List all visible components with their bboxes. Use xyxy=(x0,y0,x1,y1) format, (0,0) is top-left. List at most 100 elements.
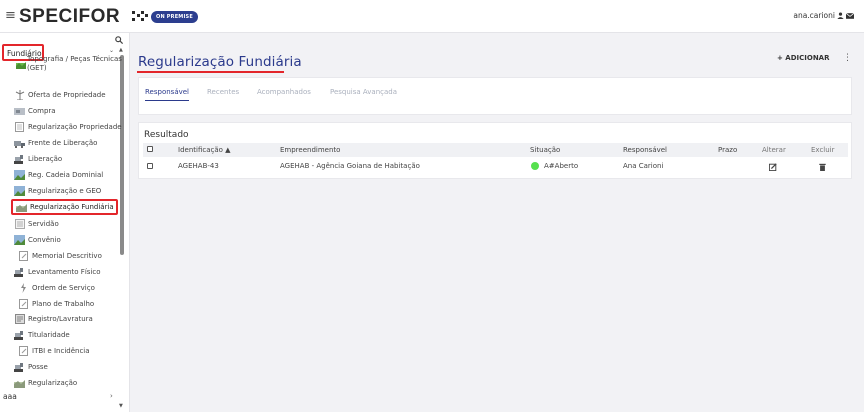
tab-responsavel[interactable]: Responsável xyxy=(145,88,189,96)
cell-empreendimento: AGEHAB - Agência Goiana de Habitação xyxy=(280,162,420,170)
result-title: Resultado xyxy=(144,130,189,140)
deployment-badge: ON PREMISE xyxy=(151,11,198,23)
sidebar-item-regularizacao-geo[interactable]: Regularização e GEO xyxy=(14,184,101,198)
sidebar-item-label: Liberação xyxy=(28,155,63,163)
tabs-bar: Responsável Recentes Acompanhados Pesqui… xyxy=(138,77,852,115)
bulldozer-icon xyxy=(14,154,25,164)
column-header-situacao[interactable]: Situação xyxy=(530,146,560,154)
sidebar-item-posse[interactable]: Posse xyxy=(14,360,48,374)
more-options-icon[interactable]: ⋮ xyxy=(843,53,852,63)
sidebar-item-registro-lavratura[interactable]: Registro/Lavratura xyxy=(14,312,93,326)
sidebar-item-label: Convênio xyxy=(28,236,61,244)
column-header-responsavel[interactable]: Responsável xyxy=(623,146,667,154)
tab-recentes[interactable]: Recentes xyxy=(207,88,239,96)
sidebar-item-convenio[interactable]: Convênio xyxy=(14,233,61,247)
bulldozer-icon xyxy=(14,362,25,372)
tab-pesquisa-avancada[interactable]: Pesquisa Avançada xyxy=(330,88,397,96)
brand-dots-icon xyxy=(132,10,148,24)
active-tab-indicator xyxy=(145,100,189,101)
landscape-icon xyxy=(16,62,26,69)
handshake-icon xyxy=(14,90,25,100)
column-header-prazo[interactable]: Prazo xyxy=(718,146,737,154)
sidebar-item-label: Servidão xyxy=(28,220,59,228)
top-bar: ≡ SPECIFOR ON PREMISE ana.carioni xyxy=(0,0,864,33)
sidebar-item-levantamento-fisico[interactable]: Levantamento Físico xyxy=(14,265,101,279)
image-icon xyxy=(14,235,25,245)
edit-icon xyxy=(18,346,29,356)
bolt-icon xyxy=(18,283,29,293)
list-icon xyxy=(14,219,25,229)
select-all-checkbox[interactable] xyxy=(147,146,153,152)
truck-icon xyxy=(14,138,25,148)
sidebar-item-servidao[interactable]: Servidão xyxy=(14,217,59,231)
sidebar-item-oferta[interactable]: Oferta de Propriedade xyxy=(14,88,106,102)
column-header-alterar: Alterar xyxy=(762,146,786,154)
sidebar-item-regularizacao[interactable]: Regularização xyxy=(14,376,77,390)
title-underline xyxy=(137,71,284,73)
column-header-identificacao[interactable]: Identificação ▲ xyxy=(178,146,231,154)
edit-icon[interactable] xyxy=(769,163,777,171)
sidebar-item-itbi[interactable]: ITBI e Incidência xyxy=(18,344,90,358)
sidebar-item-titularidade[interactable]: Titularidade xyxy=(14,328,70,342)
scroll-up-icon[interactable]: ▲ xyxy=(119,47,123,53)
scroll-down-icon[interactable]: ▼ xyxy=(119,403,123,409)
cell-responsavel: Ana Carioni xyxy=(623,162,664,170)
tab-acompanhados[interactable]: Acompanhados xyxy=(257,88,311,96)
cell-identificacao: AGEHAB-43 xyxy=(178,162,219,170)
sidebar-item-regularizacao-propriedade[interactable]: Regularização Propriedade xyxy=(14,120,122,134)
page-title: Regularização Fundiária xyxy=(138,54,302,70)
cart-icon xyxy=(14,106,25,116)
image-icon xyxy=(14,170,25,180)
result-panel: Resultado Identificação ▲ Empreendimento… xyxy=(138,122,852,179)
sidebar-item-label: Posse xyxy=(28,363,48,371)
sidebar-item-label: Topografia / Peças Técnicas (GET) xyxy=(27,55,122,72)
sidebar-item-label: Memorial Descritivo xyxy=(32,252,102,260)
sidebar-item-reg-cadeia-dominial[interactable]: Reg. Cadeia Dominial xyxy=(14,168,103,182)
image-icon xyxy=(14,186,25,196)
edit-icon xyxy=(18,299,29,309)
bulldozer-icon xyxy=(14,267,25,277)
trash-icon[interactable] xyxy=(819,163,826,171)
brand-logo: SPECIFOR xyxy=(19,6,121,27)
sidebar-item-compra[interactable]: Compra xyxy=(14,104,56,118)
sidebar-item-label: Ordem de Serviço xyxy=(32,284,95,292)
user-menu[interactable]: ana.carioni xyxy=(793,11,854,20)
table-header: Identificação ▲ Empreendimento Situação … xyxy=(143,143,848,157)
sidebar-item-label: Levantamento Físico xyxy=(28,268,101,276)
sidebar-item-liberacao[interactable]: Liberação xyxy=(14,152,62,166)
sidebar-item-label: Registro/Lavratura xyxy=(28,315,93,323)
mail-icon[interactable] xyxy=(846,12,854,19)
sidebar-item-label: Reg. Cadeia Dominial xyxy=(28,171,104,179)
sidebar-item-label: Titularidade xyxy=(28,331,70,339)
landscape-icon xyxy=(16,202,27,212)
sidebar-item-frente-liberacao[interactable]: Frente de Liberação xyxy=(14,136,97,150)
sidebar-item-plano-trabalho[interactable]: Plano de Trabalho xyxy=(18,297,94,311)
sidebar-item-label: Regularização e GEO xyxy=(28,187,102,195)
sidebar-item-memorial-descritivo[interactable]: Memorial Descritivo xyxy=(18,249,102,263)
sidebar-item-label: Frente de Liberação xyxy=(28,139,98,147)
sidebar-section-aaa[interactable]: aaa xyxy=(3,392,17,401)
column-header-excluir: Excluir xyxy=(811,146,835,154)
sidebar-item-label: Regularização Fundiária xyxy=(30,203,114,211)
column-header-empreendimento[interactable]: Empreendimento xyxy=(280,146,340,154)
cell-situacao: A#Aberto xyxy=(544,162,579,170)
search-icon[interactable] xyxy=(115,36,123,44)
add-button[interactable]: + ADICIONAR xyxy=(777,54,830,62)
user-icon xyxy=(837,12,844,19)
sidebar-item-label: Plano de Trabalho xyxy=(32,300,95,308)
row-checkbox[interactable] xyxy=(147,163,153,169)
sidebar-item-label: Compra xyxy=(28,107,56,115)
sidebar-item-regularizacao-fundiaria[interactable]: Regularização Fundiária xyxy=(11,199,118,215)
menu-icon[interactable]: ≡ xyxy=(5,9,16,22)
sidebar-item-label: Oferta de Propriedade xyxy=(28,91,106,99)
chevron-down-icon[interactable]: ⌄ xyxy=(109,47,114,54)
sidebar-scrollbar[interactable] xyxy=(120,55,124,255)
sidebar-item-label: Regularização xyxy=(28,379,78,387)
chevron-right-icon[interactable]: › xyxy=(110,392,113,400)
edit-icon xyxy=(18,251,29,261)
status-dot-icon xyxy=(531,162,539,170)
sidebar-item-label: ITBI e Incidência xyxy=(32,347,90,355)
username: ana.carioni xyxy=(793,11,835,20)
bulldozer-icon xyxy=(14,330,25,340)
sidebar-item-ordem-servico[interactable]: Ordem de Serviço xyxy=(18,281,95,295)
